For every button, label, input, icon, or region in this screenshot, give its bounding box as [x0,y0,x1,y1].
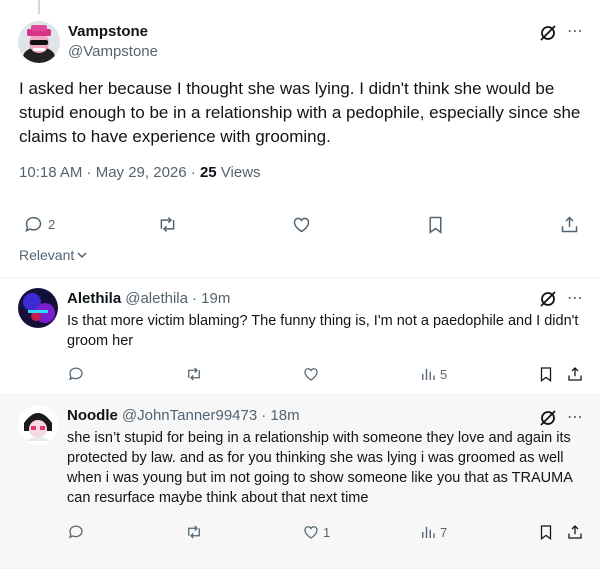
reply-actions: 5 [0,364,600,386]
like-icon [293,217,310,233]
tweet-actions: 2 [0,212,600,238]
bookmark-button[interactable] [537,523,555,541]
author-display-name[interactable]: Alethila [67,290,121,307]
timestamp[interactable]: 10:18 AM · May 29, 2026 · [19,164,200,181]
author-handle[interactable]: @Vampstone [68,43,158,60]
reply-header: Noodle @JohnTanner99473 · 18m [67,407,300,424]
views-button[interactable]: 5 [419,365,447,383]
more-icon[interactable]: ⋯ [567,291,584,307]
reply-button[interactable] [67,365,85,383]
share-button[interactable] [566,523,584,541]
share-icon [561,216,578,233]
avatar-image [18,21,60,63]
more-icon[interactable]: ⋯ [567,24,584,40]
share-icon [568,525,582,539]
main-tweet: Vampstone @Vampstone ⋯ I asked her becau… [0,0,600,278]
bookmark-icon [540,525,552,541]
avatar-image [18,288,58,328]
reply-icon [25,216,42,232]
reply-time[interactable]: · 18m [261,407,299,424]
like-icon [304,368,318,381]
like-button[interactable] [291,214,312,235]
views-count: 25 [199,164,217,181]
like-count: 1 [323,524,331,540]
reply-button[interactable]: 2 [23,214,55,235]
reply-text: Is that more victim blaming? The funny t… [67,313,579,349]
author-display-name[interactable]: Vampstone [68,23,148,40]
bookmark-button[interactable] [537,365,555,383]
retweet-button[interactable] [157,214,178,235]
chevron-down-icon [77,252,87,259]
reply-tweet[interactable]: Noodle @JohnTanner99473 · 18m ⋯ she isn’… [0,395,600,569]
share-button[interactable] [559,214,580,235]
views-label: Views [216,164,261,181]
reply-icon [68,525,83,539]
reply-tweet[interactable]: Alethila @alethila · 19m ⋯ Is that more … [0,278,600,395]
views-icon [422,526,435,538]
views-count: 7 [440,524,448,540]
sort-label: Relevant [19,247,75,263]
reply-count: 2 [48,217,56,232]
like-button[interactable]: 1 [302,523,330,541]
reply-header: Alethila @alethila · 19m [67,290,230,307]
bookmark-button[interactable] [425,214,446,235]
share-button[interactable] [566,365,584,383]
avatar-image [18,405,58,445]
reply-icon [68,367,83,381]
retweet-button[interactable] [185,365,203,383]
tweet-meta: 10:18 AM · May 29, 2026 · 25 Views [19,164,261,181]
views-icon [422,368,435,380]
reply-text: she isn’t stupid for being in a relation… [67,430,573,506]
avatar[interactable] [18,288,58,328]
share-icon [568,367,582,381]
views-button[interactable]: 7 [419,523,447,541]
views-count: 5 [440,366,448,382]
bookmark-icon [540,367,552,383]
sort-relevant-dropdown[interactable]: Relevant [19,247,88,263]
reply-button[interactable] [67,523,85,541]
grok-icon[interactable] [539,290,557,308]
bookmark-icon [429,216,442,234]
retweet-icon [160,216,175,233]
reply-actions: 1 7 [0,522,600,544]
retweet-button[interactable] [185,523,203,541]
like-button[interactable] [302,365,320,383]
grok-icon[interactable] [539,24,557,42]
grok-icon[interactable] [539,409,557,427]
retweet-icon [188,367,200,381]
tweet-text: I asked her because I thought she was ly… [19,79,581,146]
avatar[interactable] [18,405,58,445]
more-icon[interactable]: ⋯ [567,410,584,426]
reply-time[interactable]: · 19m [192,290,230,307]
author-display-name[interactable]: Noodle [67,407,118,424]
author-handle[interactable]: @alethila [125,290,188,307]
retweet-icon [188,525,200,539]
avatar[interactable] [18,21,60,63]
author-handle[interactable]: @JohnTanner99473 [122,407,257,424]
like-icon [304,526,318,539]
